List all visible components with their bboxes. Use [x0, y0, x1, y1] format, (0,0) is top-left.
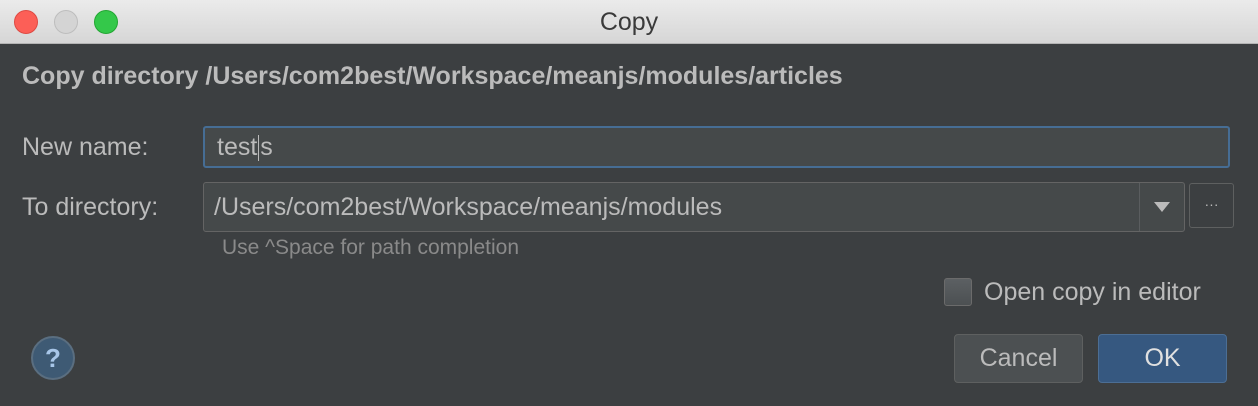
to-directory-value: /Users/com2best/Workspace/meanjs/modules [214, 193, 723, 221]
cancel-button[interactable]: Cancel [954, 334, 1083, 383]
help-button[interactable]: ? [31, 336, 75, 380]
chevron-down-icon[interactable] [1154, 202, 1170, 212]
dialog-header: Copy directory /Users/com2best/Workspace… [22, 62, 843, 90]
new-name-value-part2: s [260, 133, 273, 161]
path-completion-hint: Use ^Space for path completion [222, 236, 520, 259]
ok-button[interactable]: OK [1098, 334, 1227, 383]
new-name-input[interactable]: test s [203, 126, 1230, 168]
title-bar: Copy [0, 0, 1258, 44]
open-copy-label[interactable]: Open copy in editor [984, 278, 1201, 307]
window-title: Copy [599, 8, 659, 36]
new-name-value-part1: test [217, 133, 258, 161]
new-name-label: New name: [22, 133, 149, 161]
browse-button[interactable]: ··· [1189, 183, 1234, 228]
combo-divider [1139, 183, 1140, 231]
to-directory-combo[interactable]: /Users/com2best/Workspace/meanjs/modules [203, 182, 1185, 232]
to-directory-label: To directory: [22, 193, 159, 221]
open-copy-option[interactable]: Open copy in editor [944, 276, 1201, 308]
open-copy-checkbox[interactable] [944, 278, 972, 306]
